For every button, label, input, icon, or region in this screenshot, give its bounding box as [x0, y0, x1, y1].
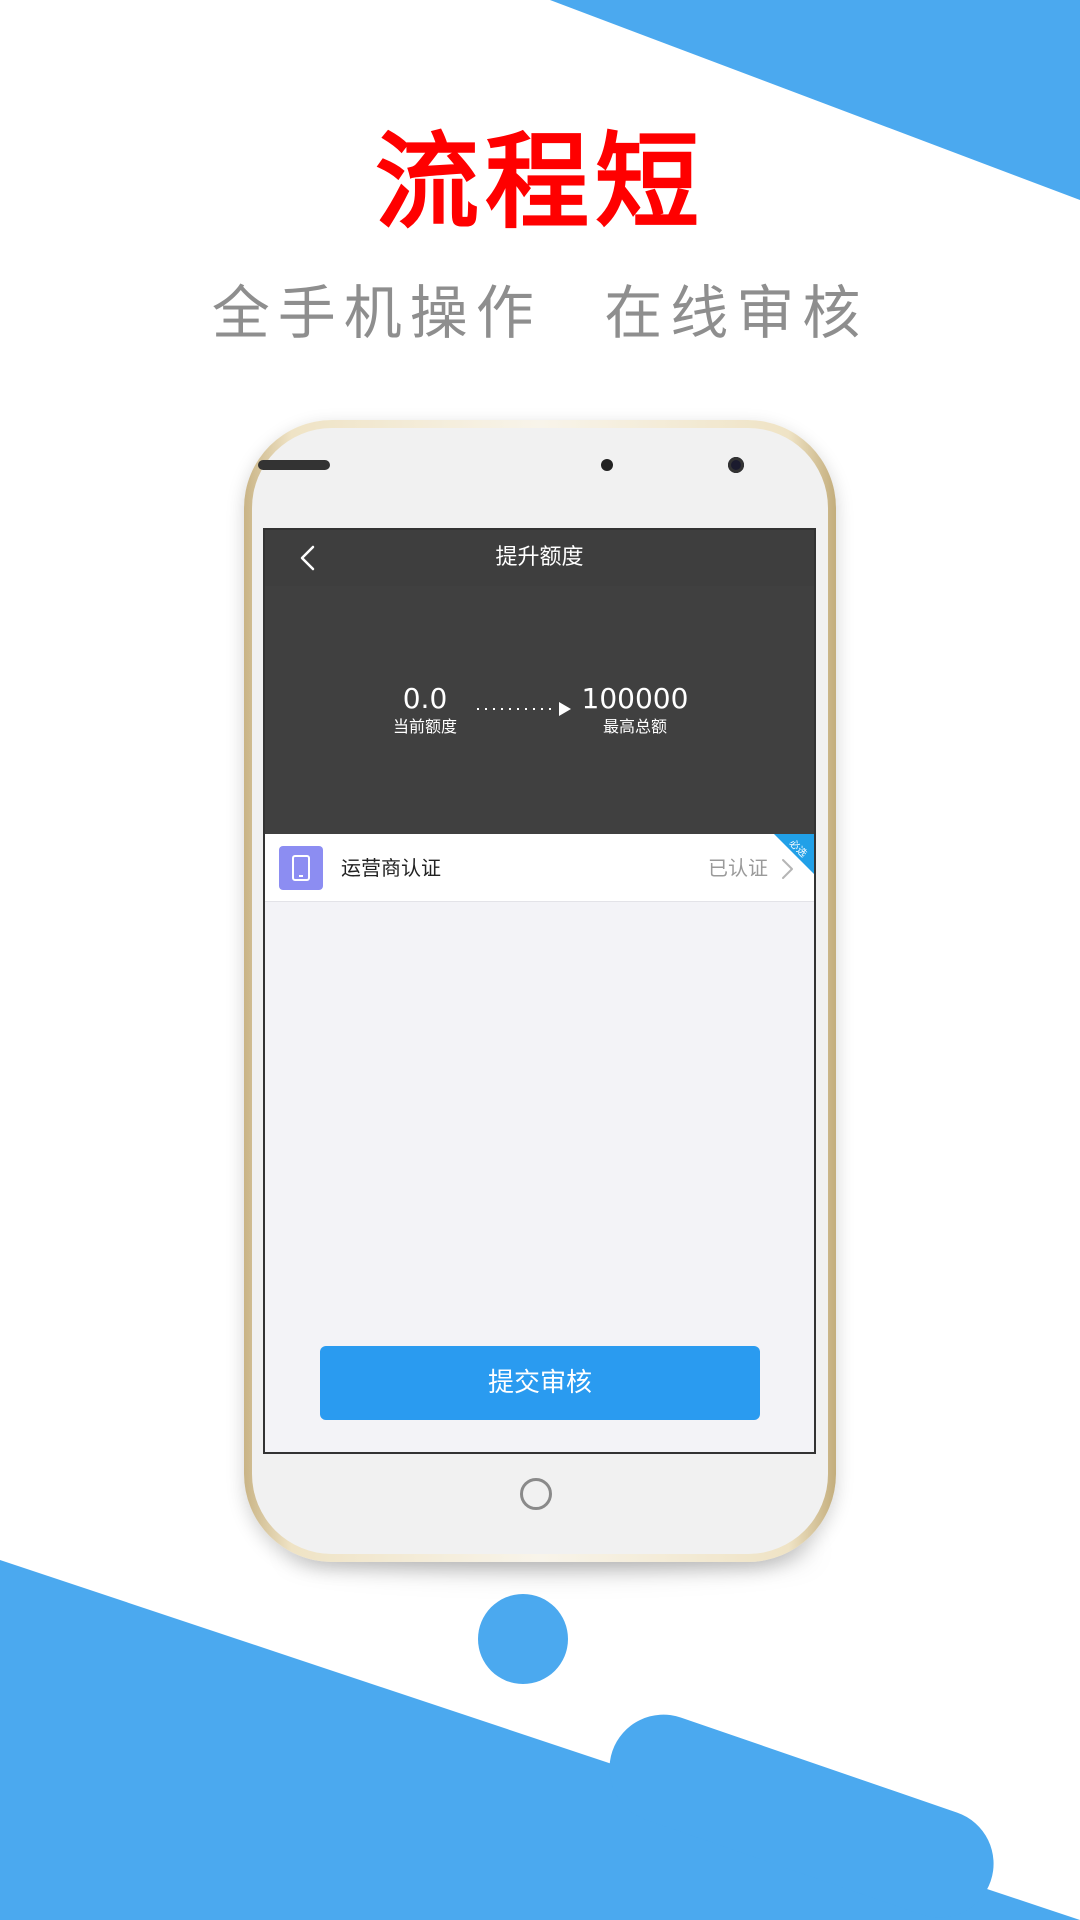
phone-camera — [728, 457, 744, 473]
navigation-bar: 提升额度 — [265, 530, 814, 586]
phone-sensor — [601, 459, 613, 471]
verification-status: 已认证 — [708, 856, 768, 880]
app-screen: 提升额度 0.0 当前额度 100000 最高总额 运营商认证 已认证 必选 提… — [263, 528, 816, 1454]
phone-icon — [279, 846, 323, 890]
home-button[interactable] — [520, 1478, 552, 1510]
subheadline-part-1: 全手机操作 — [211, 279, 542, 347]
page-title: 提升额度 — [495, 545, 584, 570]
subheadline: 全手机操作 在线审核 — [0, 278, 1080, 348]
subheadline-part-2: 在线审核 — [604, 279, 869, 347]
phone-speaker — [258, 460, 330, 470]
decor-circle — [478, 1594, 568, 1684]
progress-arrow-icon — [477, 702, 571, 716]
submit-review-button[interactable]: 提交审核 — [320, 1346, 760, 1420]
credit-summary: 0.0 当前额度 100000 最高总额 — [265, 586, 814, 834]
current-credit-value: 0.0 — [402, 682, 448, 715]
headline: 流程短 — [374, 121, 705, 243]
max-credit-value: 100000 — [581, 682, 689, 715]
current-credit: 0.0 当前额度 — [365, 682, 485, 738]
max-credit: 100000 最高总额 — [565, 682, 705, 738]
carrier-verification-row[interactable]: 运营商认证 已认证 必选 — [265, 834, 814, 902]
max-credit-label: 最高总额 — [602, 717, 667, 736]
current-credit-label: 当前额度 — [392, 717, 457, 736]
chevron-right-icon — [782, 859, 793, 879]
carrier-verification-label: 运营商认证 — [341, 856, 441, 880]
promo-page: 流程短 全手机操作 在线审核 提升额度 0.0 当前额度 100000 最高总额… — [0, 0, 1080, 1920]
